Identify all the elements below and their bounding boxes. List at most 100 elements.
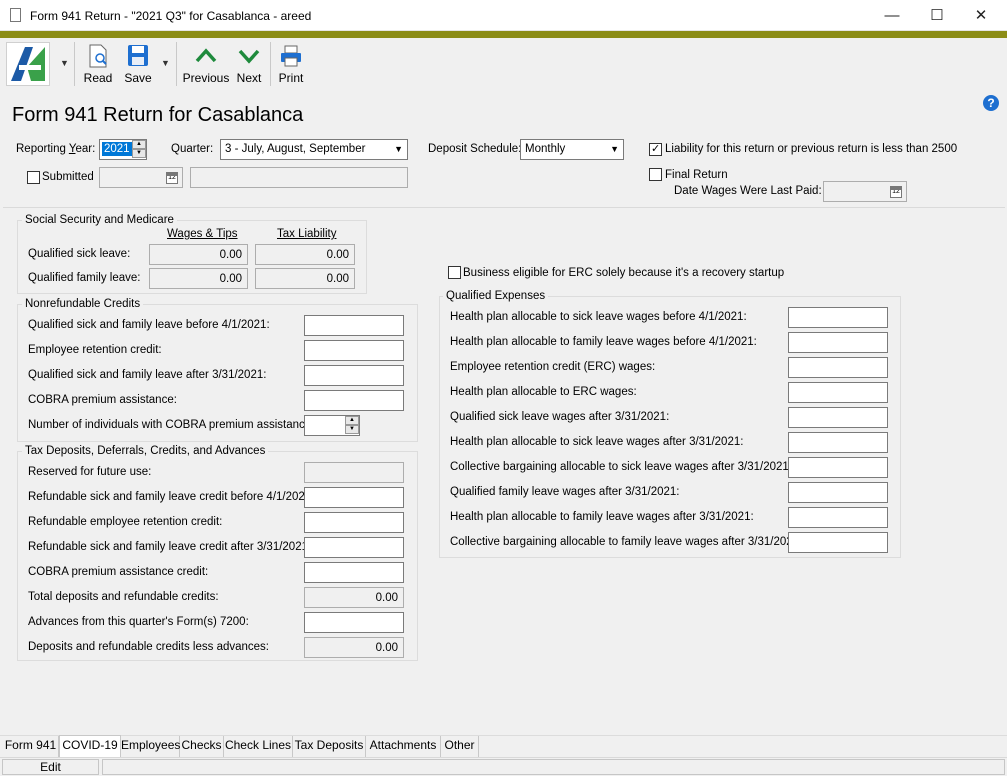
maximize-button[interactable]: ☐	[914, 0, 960, 31]
qualified-expense-label: Collective bargaining allocable to sick …	[450, 461, 793, 473]
tab-checks[interactable]: Checks	[180, 736, 224, 757]
tab-tax-deposits[interactable]: Tax Deposits	[293, 736, 366, 757]
reporting-year-value[interactable]: 2021	[102, 142, 132, 156]
spin-up-icon[interactable]: ▲	[132, 140, 146, 149]
chevron-down-icon: ▼	[610, 144, 619, 154]
deposits-value: 0.00	[375, 592, 398, 604]
submitted-info-field[interactable]	[190, 167, 408, 188]
nonrefundable-input[interactable]	[304, 315, 404, 336]
deposits-row-label: Deposits and refundable credits less adv…	[28, 641, 270, 653]
deposits-row-label: Refundable sick and family leave credit …	[28, 541, 312, 553]
deposits-row-label: Reserved for future use:	[28, 466, 152, 478]
qualified-expense-input[interactable]	[788, 532, 888, 553]
qualified-expense-label: Health plan allocable to sick leave wage…	[450, 311, 747, 323]
next-button[interactable]: Next	[232, 38, 266, 90]
qualified-expense-input[interactable]	[788, 382, 888, 403]
date-wages-label: Date Wages Were Last Paid:	[674, 185, 822, 197]
deposits-row-label: Total deposits and refundable credits:	[28, 591, 219, 603]
qualified-expense-input[interactable]	[788, 357, 888, 378]
tab-strip: Form 941 COVID-19 Employees Checks Check Lin…	[0, 735, 1007, 757]
tab-employees[interactable]: Employees	[121, 736, 180, 757]
toolbar: ▼ Read Save ▼ Previous Next Print	[0, 38, 1007, 90]
deposits-input[interactable]	[304, 512, 404, 533]
tab-covid-19[interactable]: COVID-19	[59, 735, 121, 757]
recovery-startup-checkbox[interactable]	[448, 266, 461, 279]
ss-tax-field[interactable]: 0.00	[255, 244, 355, 265]
tab-attachments[interactable]: Attachments	[366, 736, 441, 757]
app-logo-icon[interactable]	[6, 42, 50, 86]
ss-medicare-title: Social Security and Medicare	[22, 214, 177, 226]
qualified-expense-input[interactable]	[788, 482, 888, 503]
close-button[interactable]: ✕	[958, 0, 1004, 31]
reporting-year-spinner[interactable]: 2021 ▲ ▼	[99, 139, 147, 160]
nonrefundable-row-label: Employee retention credit:	[28, 344, 162, 356]
nonrefundable-input[interactable]	[304, 390, 404, 411]
read-button[interactable]: Read	[80, 38, 116, 90]
deposits-input[interactable]	[304, 612, 404, 633]
chevron-down-icon	[238, 49, 260, 64]
quarter-select[interactable]: 3 - July, August, September ▼	[220, 139, 408, 160]
qualified-expense-label: Qualified sick leave wages after 3/31/20…	[450, 411, 670, 423]
read-label: Read	[83, 71, 113, 85]
qualified-expense-input[interactable]	[788, 457, 888, 478]
year-spin-buttons[interactable]: ▲ ▼	[132, 140, 146, 159]
minimize-button[interactable]: —	[869, 0, 915, 31]
deposits-input[interactable]: 0.00	[304, 587, 404, 608]
ss-row-label: Qualified sick leave:	[28, 248, 131, 260]
deposits-title: Tax Deposits, Deferrals, Credits, and Ad…	[22, 445, 269, 457]
qualified-expense-input[interactable]	[788, 307, 888, 328]
app-menu-dropdown-icon[interactable]: ▼	[60, 58, 69, 68]
accent-bar	[0, 31, 1007, 38]
nonrefundable-row-label: Qualified sick and family leave after 3/…	[28, 369, 267, 381]
deposits-row-label: Refundable sick and family leave credit …	[28, 491, 315, 503]
spin-down-icon[interactable]: ▼	[345, 425, 359, 434]
deposits-input[interactable]	[304, 487, 404, 508]
nonrefundable-row-label: COBRA premium assistance:	[28, 394, 177, 406]
deposits-input[interactable]	[304, 562, 404, 583]
submitted-label: Submitted	[42, 171, 94, 183]
liability-checkbox[interactable]	[649, 142, 662, 156]
tab-form-941[interactable]: Form 941	[3, 736, 59, 757]
save-dropdown-icon[interactable]: ▼	[161, 58, 170, 68]
calendar-icon[interactable]: 12	[166, 172, 178, 184]
deposits-input[interactable]	[304, 537, 404, 558]
tab-check-lines[interactable]: Check Lines	[224, 736, 293, 757]
ss-wages-value: 0.00	[219, 249, 242, 261]
ss-wages-field[interactable]: 0.00	[149, 268, 248, 289]
save-button[interactable]: Save	[120, 38, 156, 90]
title-bar: Form 941 Return - "2021 Q3" for Casablan…	[0, 0, 1007, 31]
submitted-date-field[interactable]: 12	[99, 167, 183, 188]
final-return-checkbox[interactable]	[649, 168, 662, 181]
deposits-input[interactable]	[304, 462, 404, 483]
tab-other[interactable]: Other	[441, 736, 479, 757]
deposit-schedule-select[interactable]: Monthly ▼	[520, 139, 624, 160]
status-mode: Edit	[2, 759, 99, 775]
print-button[interactable]: Print	[274, 38, 308, 90]
cobra-spin-buttons[interactable]: ▲ ▼	[345, 416, 359, 435]
qualified-expense-label: Health plan allocable to family leave wa…	[450, 336, 757, 348]
previous-button[interactable]: Previous	[182, 38, 230, 90]
help-icon[interactable]: ?	[983, 95, 999, 111]
ss-wages-value: 0.00	[219, 273, 242, 285]
nonrefundable-input[interactable]	[304, 365, 404, 386]
nonrefundable-input[interactable]	[304, 340, 404, 361]
qualified-expense-input[interactable]	[788, 407, 888, 428]
qualified-expense-input[interactable]	[788, 432, 888, 453]
qualified-expense-label: Collective bargaining allocable to famil…	[450, 536, 803, 548]
qualified-expenses-title: Qualified Expenses	[443, 290, 549, 302]
deposits-input[interactable]: 0.00	[304, 637, 404, 658]
spin-down-icon[interactable]: ▼	[132, 149, 146, 158]
deposit-schedule-value: Monthly	[525, 143, 566, 155]
reporting-year-label: Reporting Year:	[16, 143, 96, 155]
qualified-expense-input[interactable]	[788, 332, 888, 353]
qualified-expense-label: Health plan allocable to ERC wages:	[450, 386, 637, 398]
submitted-checkbox[interactable]	[27, 171, 40, 184]
spin-up-icon[interactable]: ▲	[345, 416, 359, 425]
ss-tax-field[interactable]: 0.00	[255, 268, 355, 289]
date-wages-field[interactable]: 12	[823, 181, 907, 202]
printer-icon	[281, 45, 301, 67]
calendar-icon[interactable]: 12	[890, 186, 902, 198]
cobra-count-spinner[interactable]: ▲ ▼	[304, 415, 360, 436]
ss-wages-field[interactable]: 0.00	[149, 244, 248, 265]
qualified-expense-input[interactable]	[788, 507, 888, 528]
